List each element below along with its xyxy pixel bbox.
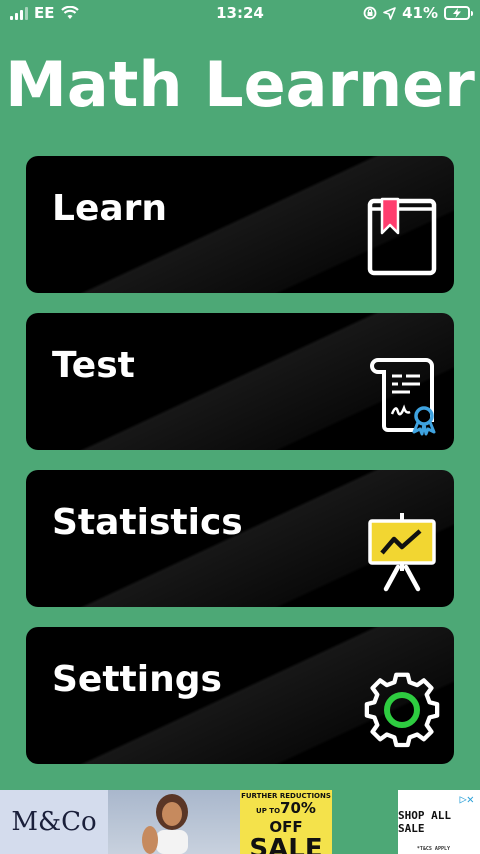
ad-terms: *T&CS APPLY: [416, 846, 450, 852]
ad-sale-promo[interactable]: FURTHER REDUCTIONS UP TO70% OFF SALE: [240, 790, 332, 854]
certificate-icon: [369, 358, 436, 436]
settings-label: Settings: [52, 659, 222, 700]
settings-button[interactable]: Settings: [26, 627, 454, 764]
status-bar: EE 13:24 41%: [0, 0, 480, 28]
location-arrow-icon: [383, 6, 396, 20]
ad-promo-big: SALE: [249, 834, 323, 854]
chart-board-icon: [368, 513, 436, 592]
ad-spacer: [332, 790, 398, 854]
ad-model-photo[interactable]: [108, 790, 240, 854]
learn-button[interactable]: Learn: [26, 156, 454, 293]
battery-charging-icon: [444, 6, 473, 20]
test-label: Test: [52, 345, 135, 386]
battery-percent: 41%: [402, 4, 438, 22]
statistics-button[interactable]: Statistics: [26, 470, 454, 607]
statistics-label: Statistics: [52, 502, 243, 543]
ad-choices-icon[interactable]: ▷✕: [460, 792, 474, 806]
ad-cta-label: SHOP ALL SALE: [398, 809, 451, 835]
ad-brand-logo[interactable]: M&Co: [0, 790, 108, 854]
app-title: Math Learner: [5, 48, 475, 121]
ad-promo-up-to: UP TO: [256, 807, 281, 815]
rotation-lock-icon: [363, 6, 377, 20]
gear-icon: [364, 672, 440, 748]
book-icon: [367, 197, 437, 276]
ad-cta-button[interactable]: SHOP ALL SALE ▷✕ *T&CS APPLY: [398, 790, 480, 854]
ad-banner[interactable]: M&Co FURTHER REDUCTIONS UP TO70% OFF SAL…: [0, 790, 480, 854]
ad-promo-percent: 70% OFF: [269, 799, 316, 836]
learn-label: Learn: [52, 188, 168, 229]
test-button[interactable]: Test: [26, 313, 454, 450]
